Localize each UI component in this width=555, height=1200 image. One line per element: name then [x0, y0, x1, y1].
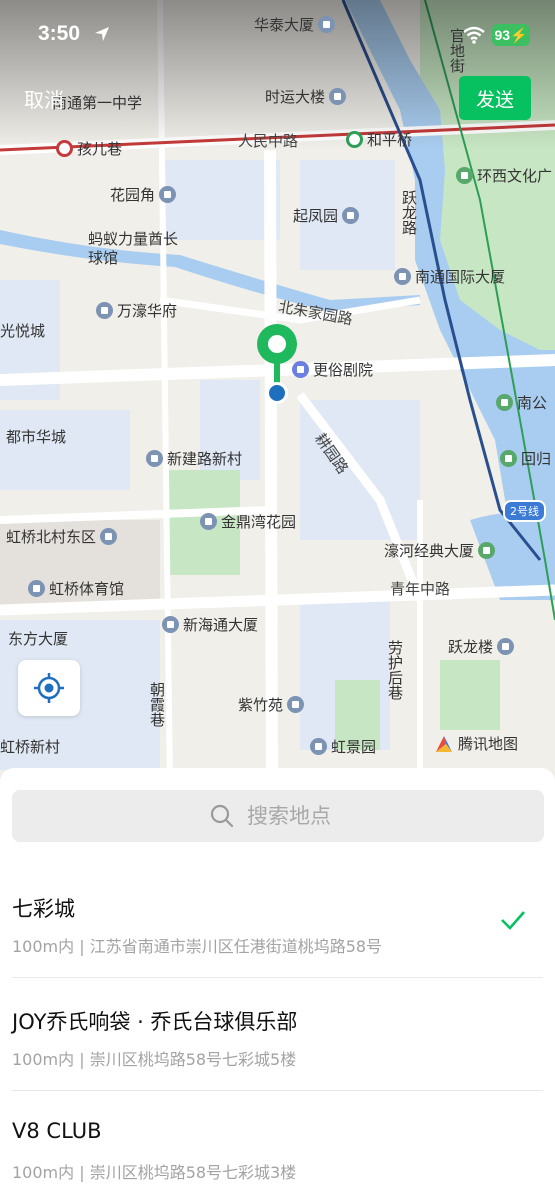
search-box[interactable]: [12, 790, 544, 842]
building-icon: [310, 738, 327, 755]
brand-label: 腾讯地图: [458, 735, 519, 753]
building-icon: [287, 696, 305, 713]
map-label[interactable]: 光悦城: [0, 322, 45, 340]
result-address: 100m内 | 江苏省南通市崇川区任港街道桃坞路58号: [12, 937, 383, 956]
building-icon: [162, 616, 179, 633]
result-address: 100m内 | 崇川区桃坞路58号七彩城3楼: [12, 1163, 297, 1182]
stadium-icon: [28, 580, 45, 597]
map-label[interactable]: 濠河经典大厦: [384, 542, 499, 560]
locate-me-button[interactable]: [18, 660, 80, 716]
map-label[interactable]: 南公: [492, 394, 547, 412]
bottom-sheet: 七彩城 100m内 | 江苏省南通市崇川区任港街道桃坞路58号 JOY乔氏响袋 …: [0, 768, 555, 1200]
wifi-icon: [463, 26, 485, 44]
map-label: 青年中路: [390, 580, 451, 598]
map-label[interactable]: 跃龙楼: [448, 638, 518, 656]
building-icon: [497, 638, 515, 655]
tencent-map-logo-icon: [436, 735, 452, 752]
map-label[interactable]: 紫竹苑: [238, 696, 308, 714]
crosshair-icon: [34, 673, 64, 703]
map-label[interactable]: 孩儿巷: [56, 140, 122, 158]
building-icon: [100, 528, 118, 545]
map-label[interactable]: 万濠华府: [92, 302, 177, 320]
map-label[interactable]: 虹桥北村东区: [6, 528, 121, 546]
send-button[interactable]: 发送: [459, 76, 531, 120]
building-icon: [200, 513, 217, 530]
map-label[interactable]: 都市华城: [6, 428, 66, 446]
search-icon: [210, 804, 234, 828]
map-label[interactable]: 环西文化广: [452, 167, 552, 185]
location-result[interactable]: JOY乔氏响袋 · 乔氏台球俱乐部 100m内 | 崇川区桃坞路58号七彩城5楼: [12, 978, 543, 1091]
battery-icon: 93⚡: [492, 24, 530, 46]
map-label[interactable]: 金鼎湾花园: [196, 513, 296, 531]
map-label[interactable]: 和平桥: [346, 131, 412, 149]
park-icon: [456, 167, 473, 184]
search-input[interactable]: [247, 804, 347, 828]
building-icon: [96, 302, 113, 319]
map-label[interactable]: 虹景园: [306, 738, 376, 756]
map-label[interactable]: 东方大厦: [8, 630, 68, 648]
location-arrow-icon: [95, 27, 109, 41]
park-icon: [496, 394, 513, 411]
result-name: V8 CLUB: [12, 1119, 102, 1143]
map-label[interactable]: 虹桥新村: [0, 738, 60, 756]
map-label[interactable]: 花园角: [110, 186, 180, 204]
location-result[interactable]: V8 CLUB 100m内 | 崇川区桃坞路58号七彩城3楼: [12, 1091, 543, 1200]
battery-level: 93: [494, 27, 511, 43]
building-icon: [342, 207, 360, 224]
result-address: 100m内 | 崇川区桃坞路58号七彩城5楼: [12, 1050, 297, 1069]
map-label: 劳护后巷: [386, 640, 404, 700]
checkmark-icon: [501, 911, 525, 930]
map-label[interactable]: 蚂蚁力量酋长球馆: [88, 230, 188, 268]
building-icon: [394, 268, 411, 285]
map-label[interactable]: 新建路新村: [142, 450, 242, 468]
map-label[interactable]: 新海通大厦: [158, 616, 258, 634]
map-view[interactable]: 华泰大厦 南通第一中学 时运大楼 孩儿巷 人民中路 和平桥 环西文化广 官地街 …: [0, 0, 555, 790]
park-icon: [500, 450, 517, 467]
result-name: 七彩城: [12, 897, 75, 921]
map-label[interactable]: 南通国际大厦: [390, 268, 505, 286]
map-label[interactable]: 华泰大厦: [254, 16, 339, 34]
map-label[interactable]: 时运大楼: [265, 88, 350, 106]
map-label[interactable]: 南通第一中学: [52, 94, 142, 112]
map-label: 跃龙路: [400, 190, 418, 235]
building-icon: [146, 450, 163, 467]
cancel-button[interactable]: 取消: [24, 84, 64, 113]
map-label[interactable]: 回归: [496, 450, 551, 468]
metro-line-badge: 2号线: [503, 500, 546, 522]
location-result[interactable]: 七彩城 100m内 | 江苏省南通市崇川区任港街道桃坞路58号: [12, 865, 543, 978]
metro-station-icon: [346, 131, 363, 148]
building-icon: [159, 186, 177, 203]
map-label[interactable]: 虹桥体育馆: [24, 580, 124, 598]
status-time: 3:50: [38, 22, 81, 45]
map-label: 人民中路: [238, 132, 299, 150]
map-label[interactable]: 起凤园: [293, 207, 363, 225]
map-label[interactable]: 更俗剧院: [288, 361, 373, 379]
result-name: JOY乔氏响袋 · 乔氏台球俱乐部: [12, 1010, 298, 1034]
metro-station-icon: [56, 140, 73, 157]
map-label: 朝霞巷: [148, 682, 166, 727]
map-brand: 腾讯地图: [434, 733, 518, 754]
location-pin-icon: [257, 324, 297, 404]
park-icon: [478, 542, 496, 559]
building-icon: [329, 88, 347, 105]
building-icon: [318, 16, 336, 33]
